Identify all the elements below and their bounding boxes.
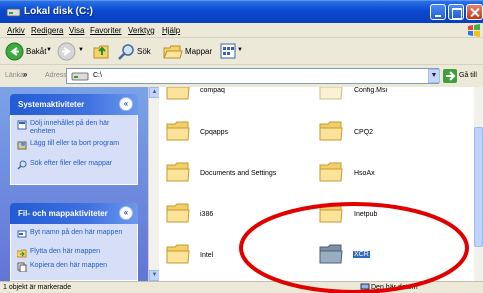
go-arrow-icon[interactable] — [443, 69, 457, 83]
add-remove-programs-icon — [17, 141, 27, 150]
folder-label[interactable]: compaq — [200, 87, 225, 94]
menu-arkiv[interactable]: Arkiv — [7, 26, 25, 35]
system-tasks-header[interactable]: Systemaktiviteter « — [10, 94, 138, 115]
views-dropdown-icon[interactable]: ▼ — [237, 47, 243, 53]
folder-icon[interactable] — [166, 161, 190, 183]
forward-dropdown-icon[interactable]: ▼ — [78, 47, 84, 53]
address-bar: Länkar » Adress C:\ ▼ Gå till — [0, 65, 483, 87]
selected-folder-icon[interactable] — [319, 243, 343, 265]
folder-icon[interactable] — [166, 87, 190, 101]
folders-button-label[interactable]: Mappar — [185, 47, 212, 56]
collapse-chevron-icon[interactable]: « — [119, 97, 133, 111]
back-button-label[interactable]: Bakåt — [26, 47, 46, 56]
folder-icon[interactable] — [319, 87, 343, 101]
menu-redigera[interactable]: Redigera — [31, 26, 63, 35]
folder-icon[interactable] — [166, 202, 190, 224]
file-folder-tasks-panel: Byt namn på den här mappen Flytta den hä… — [10, 224, 138, 281]
folder-icon[interactable] — [166, 120, 190, 142]
move-folder-icon — [17, 249, 27, 258]
up-folder-icon[interactable] — [93, 43, 111, 60]
menu-bar: Arkiv Redigera Visa Favoriter Verktyg Hj… — [0, 23, 483, 38]
file-folder-tasks-title: Fil- och mappaktiviteter — [18, 209, 108, 218]
status-location: Den här datorn — [371, 284, 418, 291]
task-pane-scrollbar[interactable]: ▲ ▼ — [148, 87, 160, 281]
file-list: compaq Cpqapps Documents and Settings i3… — [159, 87, 474, 281]
links-chevron[interactable]: » — [23, 70, 27, 79]
file-list-scrollbar[interactable] — [474, 87, 483, 281]
task-pane: Systemaktiviteter « Dölj innehållet på d… — [0, 87, 148, 281]
system-tasks-panel: Dölj innehållet på den här enheten Lägg … — [10, 115, 138, 185]
search-button-label[interactable]: Sök — [137, 47, 151, 56]
address-label: Adress — [45, 72, 67, 79]
minimize-button[interactable] — [430, 4, 446, 20]
task-label: Lägg till eller ta bort program — [30, 140, 120, 147]
folder-label[interactable]: Cpqapps — [200, 129, 228, 136]
search-icon — [17, 160, 27, 170]
folder-label[interactable]: Documents and Settings — [200, 170, 276, 177]
back-arrow-icon[interactable] — [5, 42, 24, 61]
file-folder-tasks-header[interactable]: Fil- och mappaktiviteter « — [10, 203, 138, 224]
task-label: Sök efter filer eller mappar — [30, 160, 113, 167]
forward-arrow-icon[interactable] — [57, 42, 76, 61]
go-button-label[interactable]: Gå till — [459, 72, 477, 79]
task-label: Byt namn på den här mappen — [30, 229, 123, 236]
folder-label[interactable]: CPQ2 — [354, 129, 373, 136]
menu-hjalp[interactable]: Hjälp — [162, 26, 180, 35]
folder-icon[interactable] — [166, 243, 190, 265]
drive-icon — [6, 8, 21, 17]
status-bar: 1 objekt är markerade Den här datorn — [0, 281, 483, 293]
rename-icon — [17, 230, 27, 238]
drive-icon — [71, 72, 89, 81]
views-icon[interactable] — [220, 43, 236, 59]
folder-label[interactable]: HsoAx — [354, 170, 375, 177]
search-icon[interactable] — [118, 43, 135, 60]
folder-label[interactable]: Inetpub — [354, 211, 377, 218]
folder-label[interactable]: Intel — [200, 252, 213, 259]
hide-contents-icon — [17, 120, 27, 130]
computer-icon — [360, 283, 370, 292]
folder-label[interactable]: Config.Msi — [354, 87, 387, 94]
menu-verktyg[interactable]: Verktyg — [128, 26, 155, 35]
task-label: Dölj innehållet på den här enheten — [30, 120, 110, 135]
copy-icon — [17, 262, 27, 272]
address-input[interactable]: C:\ — [66, 68, 439, 84]
address-value: C:\ — [93, 72, 102, 79]
task-label: Flytta den här mappen — [30, 248, 101, 255]
maximize-button[interactable] — [448, 4, 464, 20]
toolbar: Bakåt ▼ ▼ Sök Mappar ▼ — [0, 38, 483, 65]
folder-icon[interactable] — [319, 202, 343, 224]
window-title: Lokal disk (C:) — [24, 6, 93, 17]
selected-folder-label[interactable]: XCR — [353, 251, 370, 258]
system-tasks-title: Systemaktiviteter — [18, 100, 85, 109]
folder-icon[interactable] — [319, 120, 343, 142]
folder-icon[interactable] — [319, 161, 343, 183]
task-label: Kopiera den här mappen — [30, 262, 108, 269]
menu-favoriter[interactable]: Favoriter — [90, 26, 122, 35]
folders-icon[interactable] — [163, 43, 183, 60]
windows-logo-icon — [468, 24, 480, 37]
collapse-chevron-icon[interactable]: « — [119, 206, 133, 220]
folder-label[interactable]: i386 — [200, 211, 213, 218]
address-dropdown-button[interactable]: ▼ — [428, 69, 440, 83]
close-button[interactable] — [466, 4, 483, 20]
back-dropdown-icon[interactable]: ▼ — [46, 47, 52, 53]
status-text: 1 objekt är markerade — [3, 284, 72, 291]
menu-visa[interactable]: Visa — [69, 26, 84, 35]
scroll-thumb[interactable] — [474, 127, 483, 247]
title-bar[interactable]: Lokal disk (C:) — [0, 0, 483, 23]
